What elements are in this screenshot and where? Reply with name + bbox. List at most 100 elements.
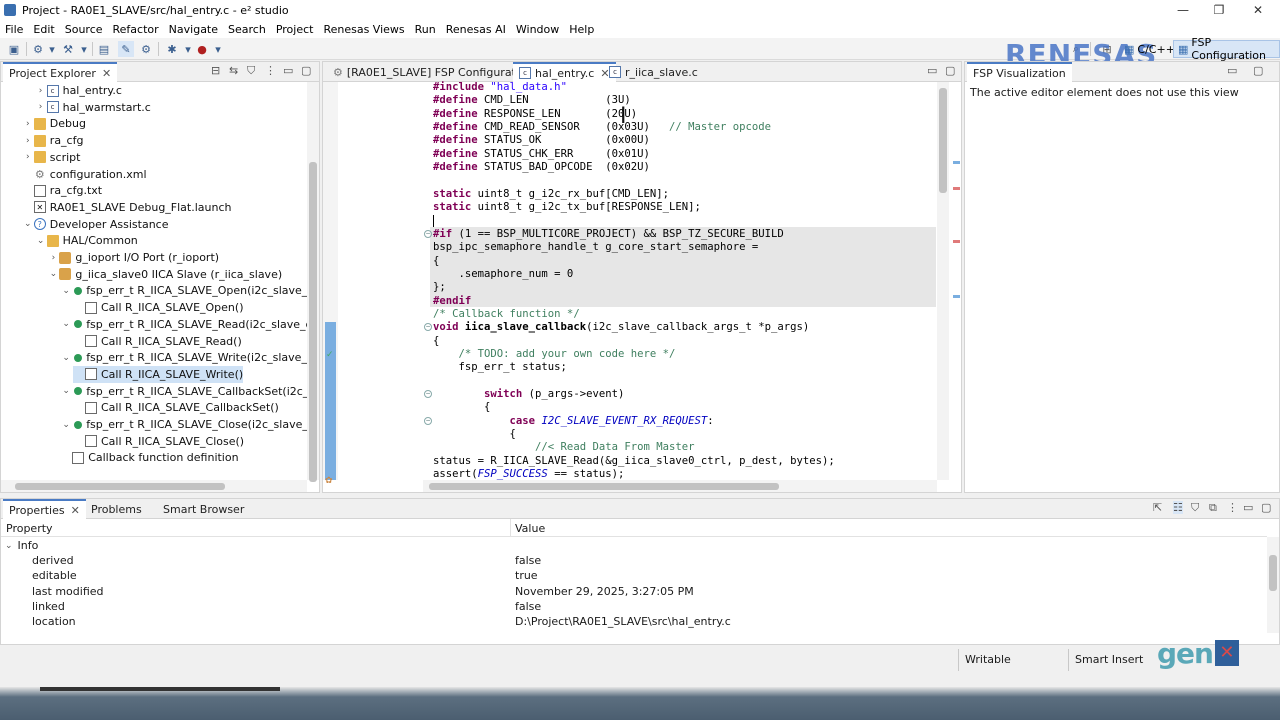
chevron-down-icon[interactable]: ⌄ (60, 319, 72, 329)
tree-item[interactable]: ⚙ configuration.xml (22, 166, 147, 183)
open-view-icon[interactable]: ▤ (96, 41, 112, 57)
perspective-cc-button[interactable]: ▦ C/C++ (1120, 40, 1179, 58)
menu-run[interactable]: Run (410, 23, 441, 36)
minimize-view-icon[interactable]: ▭ (1243, 501, 1253, 514)
dropdown-arrow-icon[interactable]: ▾ (210, 41, 226, 57)
code-line[interactable]: status = R_IICA_SLAVE_Read(&g_iica_slave… (433, 455, 835, 468)
tree-item[interactable]: ⌄ fsp_err_t R_IICA_SLAVE_Read(i2c_slave_c… (60, 316, 307, 333)
tab-smart-browser[interactable]: Smart Browser (157, 499, 250, 519)
menu-renesas-views[interactable]: Renesas Views (318, 23, 409, 36)
link-editor-icon[interactable]: ⇆ (229, 64, 238, 77)
minimize-button[interactable]: — (1165, 0, 1201, 20)
chevron-down-icon[interactable]: ⌄ (5, 541, 13, 551)
menu-navigate[interactable]: Navigate (164, 23, 223, 36)
menu-edit[interactable]: Edit (28, 23, 59, 36)
menu-search[interactable]: Search (223, 23, 271, 36)
menu-source[interactable]: Source (60, 23, 108, 36)
code-line[interactable]: #define STATUS_OK (0x00U) (433, 134, 650, 147)
property-row[interactable]: linked false (2, 599, 1267, 614)
tree-item[interactable]: Call R_IICA_SLAVE_Close() (73, 433, 244, 450)
tab-problems[interactable]: Problems (85, 499, 148, 519)
code-line[interactable]: #define RESPONSE_LEN (20U) (433, 108, 637, 121)
show-categories-icon[interactable]: ☷ (1173, 501, 1183, 514)
chevron-right-icon[interactable]: › (22, 119, 34, 129)
code-line[interactable]: { (433, 428, 516, 441)
code-line[interactable]: { (433, 401, 490, 414)
code-line[interactable]: #define CMD_READ_SENSOR (0x03U) // Maste… (433, 121, 771, 134)
tab-fsp-visualization[interactable]: FSP Visualization (967, 62, 1072, 82)
code-line[interactable]: fsp_err_t status; (433, 361, 567, 374)
tree-item[interactable]: ⌄ fsp_err_t R_IICA_SLAVE_Write(i2c_slave_… (60, 349, 307, 366)
chevron-right-icon[interactable]: › (22, 152, 34, 162)
save-icon[interactable]: ▣ (6, 41, 22, 57)
code-line[interactable]: }; (433, 281, 446, 294)
overview-marker[interactable] (953, 187, 960, 190)
tree-item[interactable]: › script (22, 149, 80, 166)
menu-refactor[interactable]: Refactor (108, 23, 164, 36)
code-line[interactable]: #if (1 == BSP_MULTICORE_PROJECT) && BSP_… (433, 228, 784, 241)
chevron-right-icon[interactable]: › (35, 86, 47, 96)
tree-item[interactable]: ⌄ fsp_err_t R_IICA_SLAVE_CallbackSet(i2c_… (60, 383, 307, 400)
maximize-view-icon[interactable]: ▢ (945, 64, 955, 77)
menu-window[interactable]: Window (511, 23, 564, 36)
chevron-down-icon[interactable]: ⌄ (60, 286, 72, 296)
code-line[interactable]: static uint8_t g_i2c_rx_buf[CMD_LEN]; (433, 188, 669, 201)
perspective-fsp-button[interactable]: ▦ FSP Configuration (1173, 36, 1280, 62)
tree-item[interactable]: Callback function definition (60, 449, 239, 466)
close-window-button[interactable]: ✕ (1240, 0, 1276, 20)
code-line[interactable]: case I2C_SLAVE_EVENT_RX_REQUEST: (433, 415, 714, 428)
code-line[interactable]: switch (p_args->event) (433, 388, 624, 401)
editor-horizontal-scrollbar[interactable] (423, 480, 937, 492)
code-line[interactable]: .semaphore_num = 0 (433, 268, 574, 281)
overview-marker[interactable] (953, 161, 960, 164)
tab-r-iica-slave[interactable]: c r_iica_slave.c (603, 62, 704, 82)
filter-icon[interactable]: ⛉ (1191, 501, 1199, 515)
run-icon[interactable]: ● (194, 41, 210, 57)
column-header-property[interactable]: Property (6, 522, 53, 535)
chevron-right-icon[interactable]: › (47, 253, 59, 263)
code-line[interactable]: #define CMD_LEN (3U) (433, 94, 631, 107)
tree-item[interactable]: › c hal_warmstart.c (35, 99, 151, 116)
tab-project-explorer[interactable]: Project Explorer ✕ (3, 62, 118, 82)
dropdown-arrow-icon[interactable]: ▾ (44, 41, 60, 57)
code-line[interactable]: { (433, 255, 439, 268)
column-header-value[interactable]: Value (515, 522, 545, 535)
dropdown-arrow-icon[interactable]: ▾ (76, 41, 92, 57)
tree-item[interactable]: Call R_IICA_SLAVE_Write() (73, 365, 244, 383)
tab-hal-entry[interactable]: c hal_entry.c ✕ (513, 62, 616, 82)
maximize-view-icon[interactable]: ▢ (301, 64, 311, 77)
fold-collapse-icon[interactable]: − (424, 416, 432, 425)
tree-vertical-scrollbar[interactable] (307, 82, 319, 482)
build-hammer-icon[interactable]: ⚒ (60, 41, 76, 57)
tree-item[interactable]: ⌄ HAL/Common (35, 232, 138, 249)
view-menu-icon[interactable]: ⋮ (265, 64, 276, 77)
code-line[interactable]: static uint8_t g_i2c_tx_buf[RESPONSE_LEN… (433, 201, 701, 214)
code-line[interactable]: #define STATUS_BAD_OPCODE (0x02U) (433, 161, 650, 174)
tree-item[interactable]: ⌄ fsp_err_t R_IICA_SLAVE_Open(i2c_slave_c… (60, 282, 307, 299)
tree-item[interactable]: ✕ RA0E1_SLAVE Debug_Flat.launch (22, 199, 232, 216)
tree-item[interactable]: ⌄? Developer Assistance (22, 216, 168, 233)
minimize-view-icon[interactable]: ▭ (1227, 64, 1237, 77)
properties-vertical-scrollbar[interactable] (1267, 537, 1279, 633)
fold-collapse-icon[interactable]: − (424, 229, 432, 238)
tree-item[interactable]: Call R_IICA_SLAVE_Read() (73, 333, 242, 350)
advanced-icon[interactable]: ⧉ (1209, 501, 1217, 515)
tab-properties[interactable]: Properties ✕ (3, 499, 86, 519)
maximize-button[interactable]: ❐ (1201, 0, 1237, 20)
editor-vertical-scrollbar[interactable] (937, 82, 949, 480)
code-line[interactable]: assert(FSP_SUCCESS == status); (433, 468, 624, 481)
menu-project[interactable]: Project (271, 23, 319, 36)
chevron-down-icon[interactable]: ⌄ (47, 269, 59, 279)
minimize-view-icon[interactable]: ▭ (927, 64, 937, 77)
chevron-right-icon[interactable]: › (35, 102, 47, 112)
tree-item[interactable]: ra_cfg.txt (22, 182, 102, 199)
tree-item[interactable]: Call R_IICA_SLAVE_Open() (73, 299, 244, 316)
property-row[interactable]: derived false (2, 553, 1267, 568)
chevron-right-icon[interactable]: › (22, 136, 34, 146)
chevron-down-icon[interactable]: ⌄ (60, 353, 72, 363)
code-line[interactable]: { (433, 335, 439, 348)
tree-item[interactable]: ⌄ g_iica_slave0 IICA Slave (r_iica_slave) (47, 266, 283, 283)
code-line[interactable]: bsp_ipc_semaphore_handle_t g_core_start_… (433, 241, 758, 254)
chevron-down-icon[interactable]: ⌄ (22, 219, 34, 229)
code-line[interactable]: #endif (433, 295, 471, 308)
